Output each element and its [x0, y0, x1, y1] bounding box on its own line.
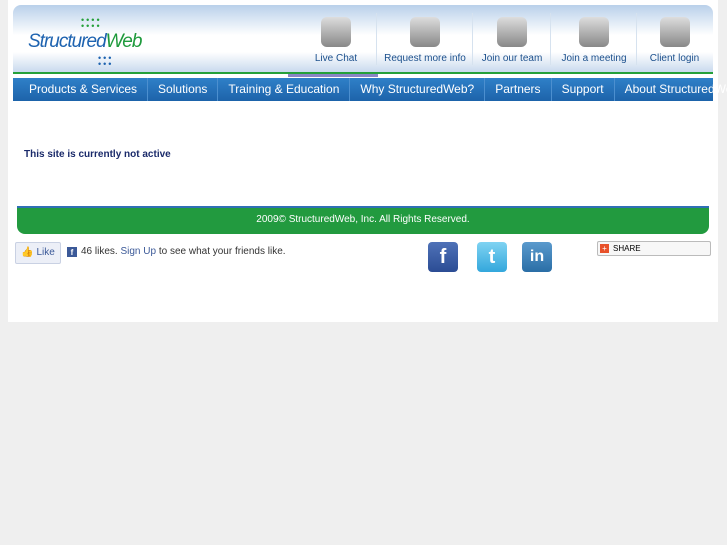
active-indicator: [288, 74, 378, 77]
nav-solutions[interactable]: Solutions: [148, 78, 219, 101]
facebook-icon[interactable]: f: [428, 242, 458, 272]
likes-suffix: to see what your friends like.: [156, 246, 286, 257]
header: •••• •••• StructuredWeb ••• ••• Live Chat …: [13, 5, 713, 72]
team-icon: [497, 17, 527, 47]
likes-text: 46 likes.: [81, 246, 118, 257]
linkedin-icon[interactable]: in: [522, 242, 552, 272]
plus-icon: +: [600, 244, 609, 253]
twitter-icon[interactable]: t: [477, 242, 507, 272]
meeting-icon: [579, 17, 609, 47]
live-chat-link[interactable]: Live Chat: [296, 13, 376, 65]
request-info-link[interactable]: Request more info: [376, 13, 473, 65]
folder-icon: [410, 17, 440, 47]
nav-products-services[interactable]: Products & Services: [13, 78, 149, 101]
live-chat-icon: [321, 17, 351, 47]
structuredweb-logo[interactable]: •••• •••• StructuredWeb ••• •••: [28, 16, 148, 69]
join-team-link[interactable]: Join our team: [472, 13, 551, 65]
footer: 2009© StructuredWeb, Inc. All Rights Res…: [17, 208, 709, 234]
share-label: SHARE: [613, 244, 641, 253]
page-container: •••• •••• StructuredWeb ••• ••• Live Chat …: [8, 0, 727, 322]
status-message: This site is currently not active: [24, 149, 171, 160]
facebook-icon: f: [67, 247, 77, 257]
logo-text: Structured: [28, 31, 107, 52]
copyright: 2009© StructuredWeb, Inc. All Rights Res…: [256, 214, 470, 225]
link-label: Join a meeting: [561, 53, 627, 64]
nav-partners[interactable]: Partners: [485, 78, 552, 101]
link-label: Client login: [649, 53, 700, 64]
nav-support[interactable]: Support: [552, 78, 615, 101]
link-label: Join our team: [481, 53, 543, 64]
link-label: Request more info: [384, 53, 466, 64]
nav-about[interactable]: About StructuredWeb: [615, 78, 727, 101]
nav-training-education[interactable]: Training & Education: [218, 78, 351, 101]
share-button[interactable]: + SHARE: [597, 241, 711, 256]
like-count: f 46 likes. Sign Up to see what your frie…: [67, 246, 286, 257]
like-label: Like: [36, 247, 55, 258]
sign-up-link[interactable]: Sign Up: [120, 246, 156, 257]
logo-text-web: Web: [105, 31, 143, 52]
main-nav: Products & Services Solutions Training &…: [13, 78, 727, 101]
facebook-like-button[interactable]: 👍 Like: [15, 242, 61, 264]
client-login-link[interactable]: Client login: [636, 13, 712, 65]
user-icon: [659, 17, 690, 47]
join-meeting-link[interactable]: Join a meeting: [550, 13, 637, 65]
nav-why-structuredweb[interactable]: Why StructuredWeb?: [350, 78, 486, 101]
link-label: Live Chat: [314, 53, 358, 64]
